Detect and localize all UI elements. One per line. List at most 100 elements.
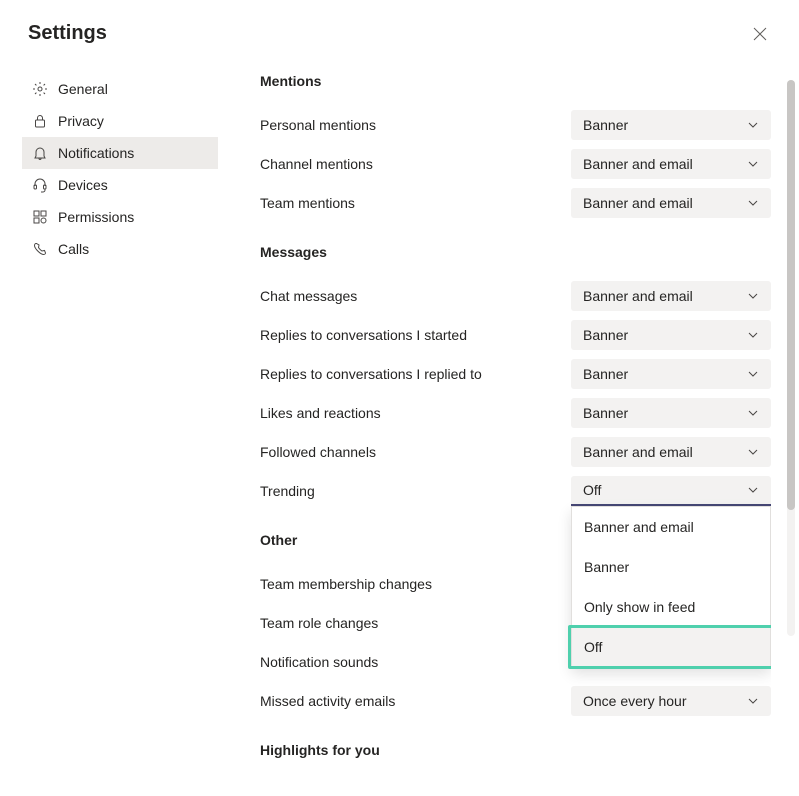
chevron-down-icon <box>747 197 759 209</box>
setting-row: Followed channels Banner and email <box>260 432 771 471</box>
sidebar-item-permissions[interactable]: Permissions <box>22 201 218 233</box>
page-title: Settings <box>28 22 107 45</box>
sidebar-item-privacy[interactable]: Privacy <box>22 105 218 137</box>
close-button[interactable] <box>749 23 771 45</box>
dropdown-button[interactable]: Banner <box>571 320 771 350</box>
dropdown-value: Banner <box>583 117 628 133</box>
dropdown-option[interactable]: Off <box>572 627 770 667</box>
dropdown-button[interactable]: Banner <box>571 110 771 140</box>
dropdown: Banner <box>571 359 771 389</box>
setting-row: Trending OffBanner and emailBannerOnly sh… <box>260 471 771 510</box>
dropdown-value: Banner and email <box>583 195 693 211</box>
setting-label: Followed channels <box>260 444 376 460</box>
setting-label: Notification sounds <box>260 654 378 670</box>
chevron-down-icon <box>747 329 759 341</box>
chevron-down-icon <box>747 368 759 380</box>
sidebar-item-notifications[interactable]: Notifications <box>22 137 218 169</box>
chevron-down-icon <box>747 407 759 419</box>
sidebar-item-label: Calls <box>58 241 89 257</box>
sidebar-item-label: Privacy <box>58 113 104 129</box>
setting-row: Replies to conversations I replied to Ban… <box>260 354 771 393</box>
dropdown-button[interactable]: Once every hour <box>571 686 771 716</box>
dropdown-value: Banner <box>583 366 628 382</box>
dropdown: Banner <box>571 398 771 428</box>
section-heading-mentions: Mentions <box>260 73 771 89</box>
dropdown-value: Off <box>583 482 601 498</box>
dropdown: Banner and email <box>571 437 771 467</box>
dropdown: Banner <box>571 110 771 140</box>
dropdown-button[interactable]: Off <box>571 476 771 506</box>
dropdown: Once every hour <box>571 686 771 716</box>
sidebar-item-calls[interactable]: Calls <box>22 233 218 265</box>
sidebar-item-label: Notifications <box>58 145 134 161</box>
section-heading-highlights: Highlights for you <box>260 742 771 758</box>
setting-label: Trending <box>260 483 315 499</box>
setting-label: Team mentions <box>260 195 355 211</box>
dropdown-value: Banner and email <box>583 444 693 460</box>
scrollbar[interactable] <box>787 80 795 636</box>
chevron-down-icon <box>747 158 759 170</box>
chevron-down-icon <box>747 290 759 302</box>
section-heading-messages: Messages <box>260 244 771 260</box>
permissions-icon <box>32 209 48 225</box>
setting-label: Replies to conversations I started <box>260 327 467 343</box>
dropdown-option-label: Only show in feed <box>584 599 695 615</box>
setting-row: Personal mentions Banner <box>260 105 771 144</box>
scrollbar-thumb[interactable] <box>787 80 795 510</box>
sidebar-item-label: Permissions <box>58 209 134 225</box>
dropdown-option-label: Banner <box>584 559 629 575</box>
setting-label: Replies to conversations I replied to <box>260 366 482 382</box>
headset-icon <box>32 177 48 193</box>
dropdown-option[interactable]: Only show in feed <box>572 587 770 627</box>
setting-label: Likes and reactions <box>260 405 381 421</box>
dropdown-button[interactable]: Banner and email <box>571 281 771 311</box>
dropdown-button[interactable]: Banner and email <box>571 149 771 179</box>
lock-icon <box>32 113 48 129</box>
setting-label: Channel mentions <box>260 156 373 172</box>
dropdown-value: Once every hour <box>583 693 687 709</box>
chevron-down-icon <box>747 484 759 496</box>
dropdown: Banner and email <box>571 149 771 179</box>
dropdown-option[interactable]: Banner and email <box>572 507 770 547</box>
setting-row: Replies to conversations I started Banner <box>260 315 771 354</box>
chevron-down-icon <box>747 119 759 131</box>
dropdown: Banner and email <box>571 281 771 311</box>
dropdown-button[interactable]: Banner and email <box>571 188 771 218</box>
sidebar-item-label: Devices <box>58 177 108 193</box>
dropdown-value: Banner and email <box>583 288 693 304</box>
chevron-down-icon <box>747 446 759 458</box>
setting-row: Likes and reactions Banner <box>260 393 771 432</box>
settings-sidebar: General Privacy Notifications Devices Permis… <box>22 73 218 791</box>
dropdown: Banner <box>571 320 771 350</box>
chevron-down-icon <box>747 695 759 707</box>
setting-row: Missed activity emails Once every hour <box>260 681 771 720</box>
settings-content: Mentions Personal mentions Banner Channel m… <box>218 65 771 791</box>
dropdown: OffBanner and emailBannerOnly show in fe… <box>571 476 771 506</box>
bell-icon <box>32 145 48 161</box>
dropdown-button[interactable]: Banner <box>571 359 771 389</box>
dropdown: Banner and email <box>571 188 771 218</box>
close-icon <box>753 27 767 41</box>
sidebar-item-general[interactable]: General <box>22 73 218 105</box>
dropdown-button[interactable]: Banner and email <box>571 437 771 467</box>
dropdown-menu: Banner and email Banner Only show in feed O… <box>571 506 771 668</box>
dropdown-option[interactable]: Banner <box>572 547 770 587</box>
setting-label: Personal mentions <box>260 117 376 133</box>
sidebar-item-label: General <box>58 81 108 97</box>
dropdown-value: Banner and email <box>583 156 693 172</box>
setting-label: Chat messages <box>260 288 357 304</box>
setting-label: Missed activity emails <box>260 693 395 709</box>
setting-row: Team mentions Banner and email <box>260 183 771 222</box>
dropdown-option-label: Off <box>584 639 602 655</box>
dropdown-value: Banner <box>583 327 628 343</box>
setting-row: Channel mentions Banner and email <box>260 144 771 183</box>
sidebar-item-devices[interactable]: Devices <box>22 169 218 201</box>
dropdown-button[interactable]: Banner <box>571 398 771 428</box>
dropdown-value: Banner <box>583 405 628 421</box>
phone-icon <box>32 241 48 257</box>
setting-row: Chat messages Banner and email <box>260 276 771 315</box>
setting-label: Team membership changes <box>260 576 432 592</box>
gear-icon <box>32 81 48 97</box>
dropdown-option-label: Banner and email <box>584 519 694 535</box>
setting-label: Team role changes <box>260 615 378 631</box>
